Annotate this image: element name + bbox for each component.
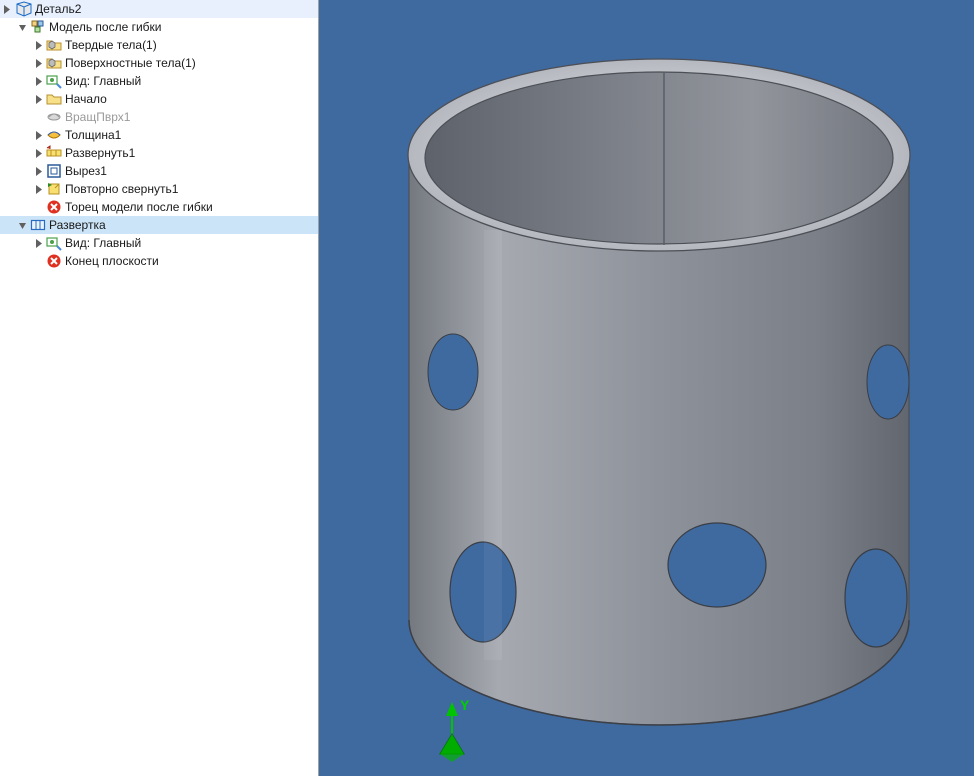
error-icon [46, 253, 62, 269]
tree-item[interactable]: Вид: Главный [0, 234, 318, 252]
tree-item[interactable]: Развернуть1 [0, 144, 318, 162]
error-icon [46, 199, 62, 215]
solid-body-folder-icon [46, 37, 62, 53]
tree-item-label: Начало [65, 92, 107, 106]
tree-item[interactable]: Вид: Главный [0, 72, 318, 90]
chevron-down-icon[interactable] [16, 21, 28, 33]
tree-item-label: Вид: Главный [65, 74, 141, 88]
origin-folder-icon [46, 91, 62, 107]
chevron-right-icon[interactable] [32, 93, 44, 105]
refold-icon [46, 181, 62, 197]
tree-item[interactable]: Поверхностные тела(1) [0, 54, 318, 72]
tree-item[interactable]: Начало [0, 90, 318, 108]
tree-item-label: Толщина1 [65, 128, 121, 142]
revolve-surface-icon [46, 109, 62, 125]
tree-root[interactable]: Деталь2 [0, 0, 318, 18]
tree-item-label: Повторно свернуть1 [65, 182, 178, 196]
chevron-right-icon[interactable] [32, 129, 44, 141]
cut-icon [46, 163, 62, 179]
tree-item[interactable]: Повторно свернуть1 [0, 180, 318, 198]
part-icon [16, 1, 32, 17]
axis-gizmo: Y [440, 697, 470, 762]
flat-pattern-icon [30, 217, 46, 233]
model-rendering: Y [319, 0, 974, 776]
tree-item[interactable]: Модель после гибки [0, 18, 318, 36]
tree-item-label: Модель после гибки [49, 20, 162, 34]
tree-item[interactable]: Развертка [0, 216, 318, 234]
tree-item-label: Вырез1 [65, 164, 107, 178]
tree-root-label: Деталь2 [35, 2, 81, 16]
tree-item[interactable]: Толщина1 [0, 126, 318, 144]
tree-item-label: ВращПврх1 [65, 110, 130, 124]
tree-item[interactable]: Твердые тела(1) [0, 36, 318, 54]
unfold-icon [46, 145, 62, 161]
tree-item[interactable]: ВращПврх1 [0, 108, 318, 126]
feature-tree-panel[interactable]: Деталь2 Модель после гибки Твердые тела(1… [0, 0, 319, 776]
tree-item-label: Торец модели после гибки [65, 200, 213, 214]
tree-item-label: Развертка [49, 218, 106, 232]
view-icon [46, 235, 62, 251]
tree-item-label: Конец плоскости [65, 254, 159, 268]
chevron-right-icon[interactable] [32, 75, 44, 87]
expander-icon[interactable] [2, 3, 14, 15]
tree-item[interactable]: Вырез1 [0, 162, 318, 180]
chevron-right-icon[interactable] [32, 237, 44, 249]
surface-body-folder-icon [46, 55, 62, 71]
chevron-right-icon[interactable] [32, 183, 44, 195]
view-icon [46, 73, 62, 89]
tree-item-label: Развернуть1 [65, 146, 135, 160]
chevron-down-icon[interactable] [16, 219, 28, 231]
thicken-icon [46, 127, 62, 143]
tree-item-label: Поверхностные тела(1) [65, 56, 196, 70]
tree-item-label: Твердые тела(1) [65, 38, 157, 52]
tree-item-label: Вид: Главный [65, 236, 141, 250]
assembly-icon [30, 19, 46, 35]
axis-label: Y [460, 697, 470, 713]
chevron-right-icon[interactable] [32, 147, 44, 159]
tree-item[interactable]: Торец модели после гибки [0, 198, 318, 216]
tree-item[interactable]: Конец плоскости [0, 252, 318, 270]
chevron-right-icon[interactable] [32, 165, 44, 177]
chevron-right-icon[interactable] [32, 39, 44, 51]
chevron-right-icon[interactable] [32, 57, 44, 69]
viewport-3d[interactable]: Y [319, 0, 974, 776]
